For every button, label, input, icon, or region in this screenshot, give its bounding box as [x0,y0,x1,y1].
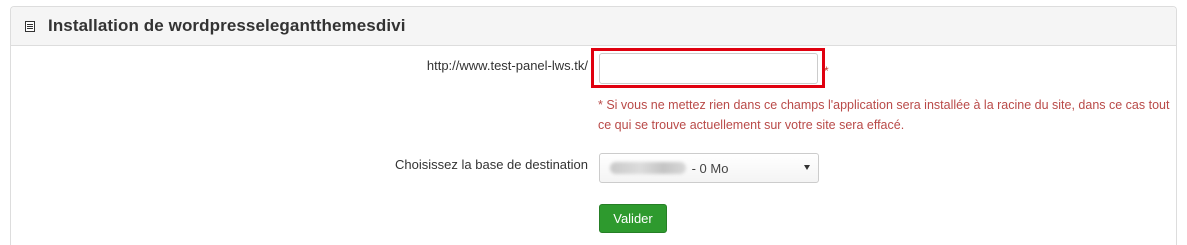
path-input[interactable] [599,53,818,84]
path-label: http://www.test-panel-lws.tk/ [426,58,588,73]
database-label: Choisissez la base de destination [395,157,588,172]
required-asterisk: * [824,64,829,78]
submit-button[interactable]: Valider [599,204,667,233]
chevron-down-icon [804,165,810,170]
database-select[interactable]: - 0 Mo [599,153,819,183]
database-size: - 0 Mo [688,160,729,176]
panel-heading: Installation de wordpresselegantthemesdi… [11,7,1176,46]
path-help-text: * Si vous ne mettez rien dans ce champs … [598,98,1170,132]
blurred-database-name [610,162,686,174]
panel-title: Installation de wordpresselegantthemesdi… [48,16,406,35]
list-icon [25,20,35,32]
